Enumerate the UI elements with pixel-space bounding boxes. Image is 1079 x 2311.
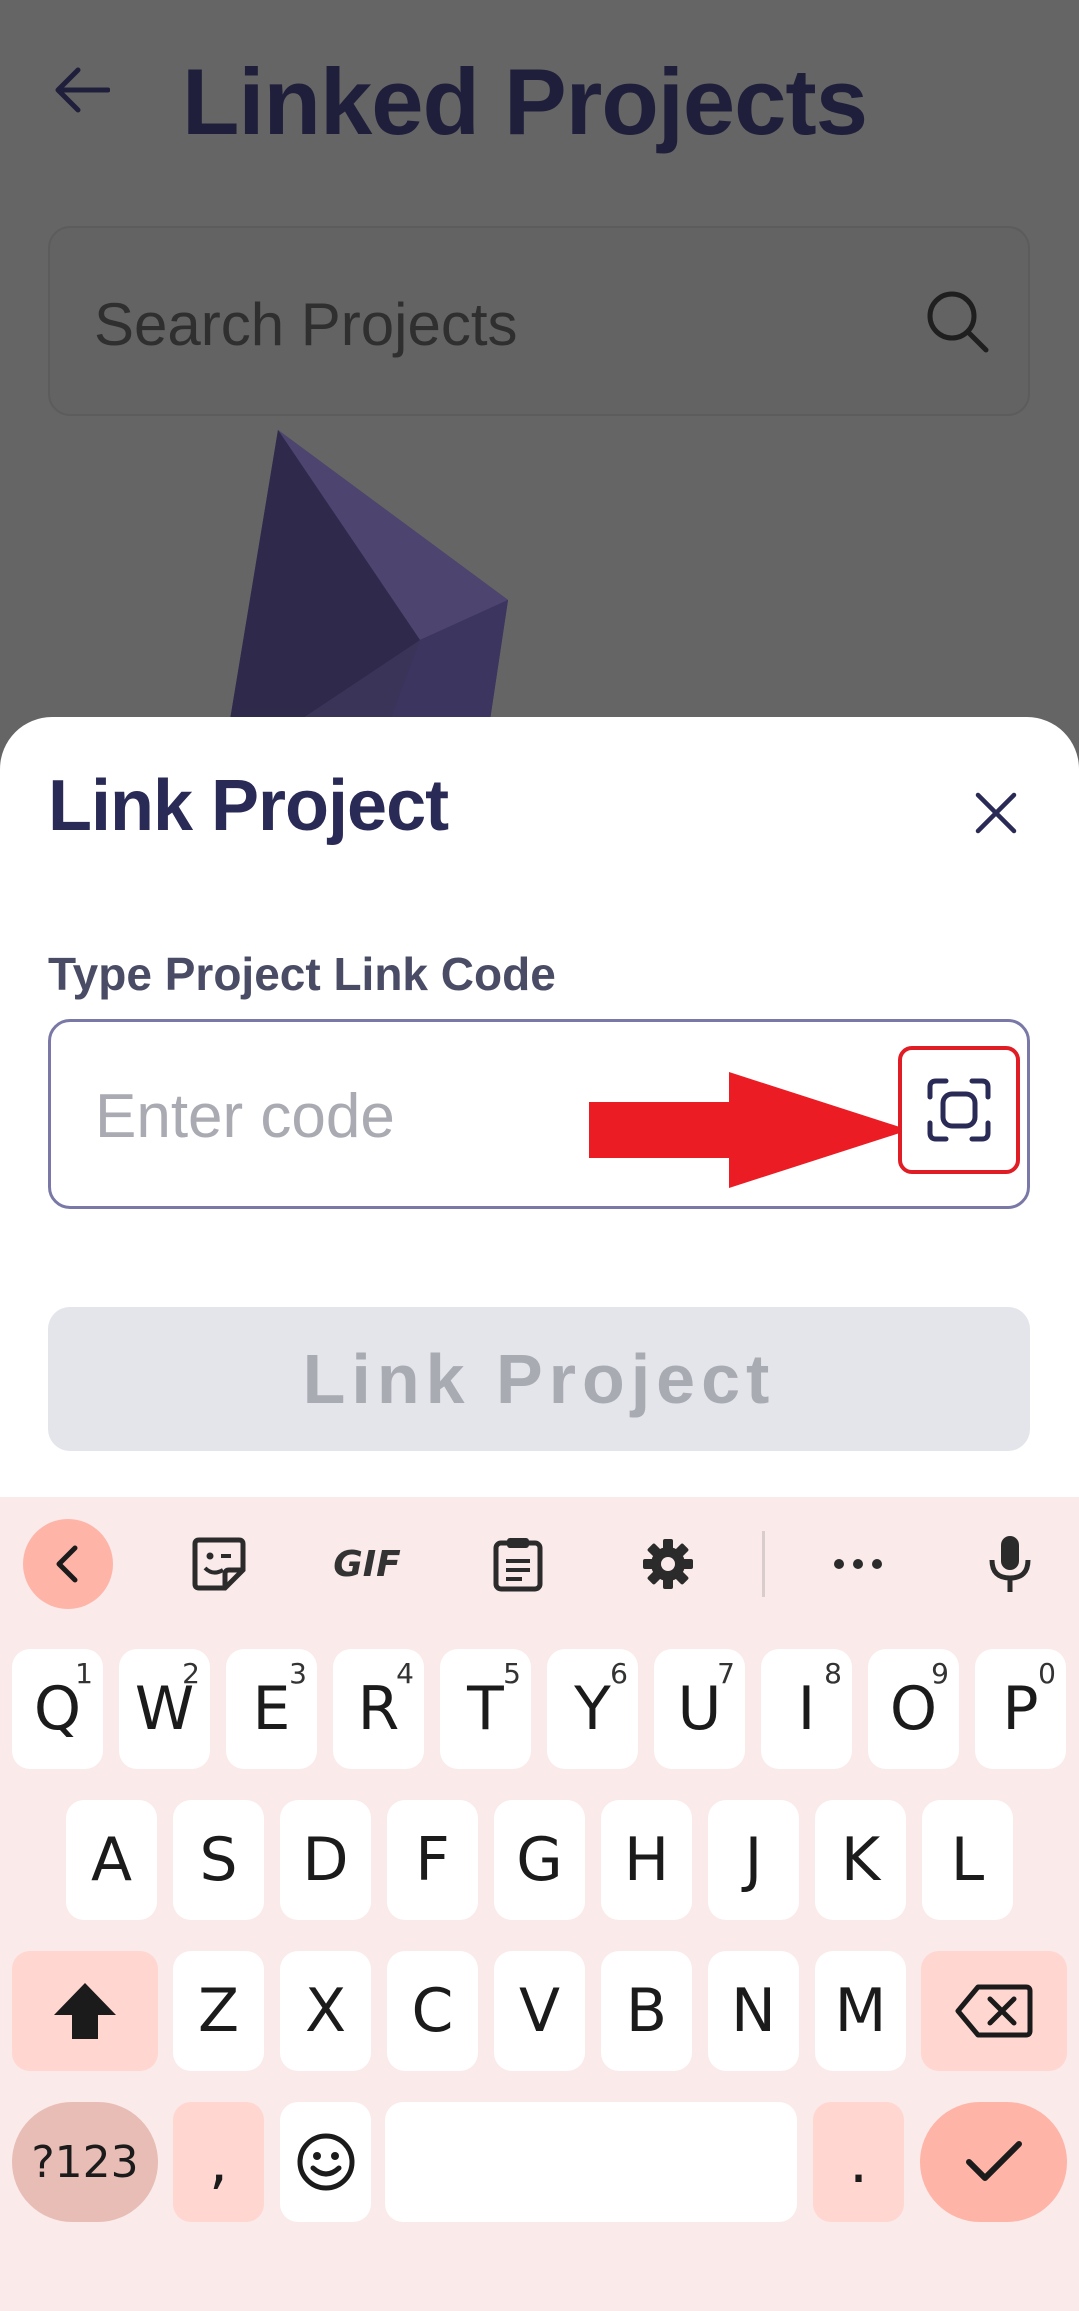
key-n[interactable]: N bbox=[708, 1951, 799, 2071]
close-icon bbox=[975, 792, 1017, 834]
mic-icon bbox=[989, 1536, 1031, 1592]
red-arrow-annotation bbox=[589, 1072, 909, 1188]
link-project-button[interactable]: Link Project bbox=[48, 1307, 1030, 1451]
key-a[interactable]: A bbox=[66, 1800, 157, 1920]
key-hint: 0 bbox=[1038, 1657, 1056, 1690]
crystal-illustration bbox=[230, 430, 508, 720]
key-hint: 4 bbox=[396, 1657, 414, 1690]
key-f[interactable]: F bbox=[387, 1800, 478, 1920]
sticker-icon bbox=[192, 1537, 246, 1591]
key-hint: 8 bbox=[824, 1657, 842, 1690]
key-c[interactable]: C bbox=[387, 1951, 478, 2071]
key-hint: 9 bbox=[931, 1657, 949, 1690]
key-e[interactable]: E3 bbox=[226, 1649, 317, 1769]
chevron-left-icon bbox=[56, 1545, 78, 1583]
key-label: O bbox=[889, 1674, 938, 1744]
key-b[interactable]: B bbox=[601, 1951, 692, 2071]
key-hint: 7 bbox=[717, 1657, 735, 1690]
code-field-label: Type Project Link Code bbox=[48, 948, 556, 1000]
keyboard-toolbar: GIF bbox=[0, 1497, 1079, 1627]
key-label: T bbox=[467, 1674, 504, 1744]
backspace-key[interactable] bbox=[921, 1951, 1067, 2071]
link-project-sheet: Link Project Type Project Link Code Link… bbox=[0, 717, 1079, 1497]
clipboard-button[interactable] bbox=[473, 1519, 563, 1609]
key-h[interactable]: H bbox=[601, 1800, 692, 1920]
key-w[interactable]: W2 bbox=[119, 1649, 210, 1769]
key-label: I bbox=[797, 1674, 816, 1744]
key-q[interactable]: Q1 bbox=[12, 1649, 103, 1769]
symbols-key[interactable]: ?123 bbox=[12, 2102, 158, 2222]
period-key[interactable]: . bbox=[813, 2102, 904, 2222]
key-hint: 3 bbox=[289, 1657, 307, 1690]
enter-key[interactable] bbox=[920, 2102, 1067, 2222]
back-button[interactable] bbox=[50, 58, 114, 122]
gif-label: GIF bbox=[333, 1543, 401, 1585]
key-g[interactable]: G bbox=[494, 1800, 585, 1920]
key-x[interactable]: X bbox=[280, 1951, 371, 2071]
key-label: R bbox=[357, 1674, 400, 1744]
clipboard-icon bbox=[493, 1538, 543, 1592]
key-hint: 1 bbox=[75, 1657, 93, 1690]
more-icon bbox=[834, 1559, 882, 1569]
shift-icon bbox=[54, 1983, 116, 2039]
key-i[interactable]: I8 bbox=[761, 1649, 852, 1769]
code-field[interactable] bbox=[48, 1019, 1030, 1209]
key-m[interactable]: M bbox=[815, 1951, 906, 2071]
key-v[interactable]: V bbox=[494, 1951, 585, 2071]
emoji-key[interactable] bbox=[280, 2102, 371, 2222]
key-label: U bbox=[677, 1674, 722, 1744]
key-k[interactable]: K bbox=[815, 1800, 906, 1920]
key-label: P bbox=[1002, 1674, 1039, 1744]
scan-code-button[interactable] bbox=[898, 1046, 1020, 1174]
key-t[interactable]: T5 bbox=[440, 1649, 531, 1769]
keyboard-collapse-button[interactable] bbox=[23, 1519, 113, 1609]
comma-key[interactable]: , bbox=[173, 2102, 264, 2222]
key-label: Y bbox=[574, 1674, 611, 1744]
key-label: Q bbox=[33, 1674, 82, 1744]
search-input[interactable] bbox=[94, 288, 874, 360]
arrow-left-icon bbox=[55, 67, 110, 113]
space-key[interactable] bbox=[385, 2102, 797, 2222]
emoji-icon bbox=[297, 2133, 354, 2191]
settings-button[interactable] bbox=[623, 1519, 713, 1609]
key-hint: 6 bbox=[610, 1657, 628, 1690]
voice-input-button[interactable] bbox=[965, 1519, 1055, 1609]
key-z[interactable]: Z bbox=[173, 1951, 264, 2071]
gear-icon bbox=[643, 1539, 693, 1589]
key-o[interactable]: O9 bbox=[868, 1649, 959, 1769]
shift-key[interactable] bbox=[12, 1951, 158, 2071]
key-u[interactable]: U7 bbox=[654, 1649, 745, 1769]
close-button[interactable] bbox=[962, 779, 1030, 847]
gif-button[interactable]: GIF bbox=[322, 1519, 412, 1609]
search-bar[interactable] bbox=[48, 226, 1030, 416]
key-hint: 2 bbox=[182, 1657, 200, 1690]
page-title: Linked Projects bbox=[182, 49, 868, 154]
sheet-title: Link Project bbox=[48, 766, 449, 846]
key-y[interactable]: Y6 bbox=[547, 1649, 638, 1769]
soft-keyboard: G I F Q 1 W 2 E 3 R 4 T 5 Y 6 U 7 I 8 O 9 … bbox=[0, 1497, 1079, 2311]
more-button[interactable] bbox=[813, 1519, 903, 1609]
key-s[interactable]: S bbox=[173, 1800, 264, 1920]
sticker-button[interactable] bbox=[174, 1519, 264, 1609]
qr-scan-icon bbox=[927, 1078, 991, 1142]
key-j[interactable]: J bbox=[708, 1800, 799, 1920]
code-input[interactable] bbox=[95, 1078, 615, 1154]
key-d[interactable]: D bbox=[280, 1800, 371, 1920]
backspace-icon bbox=[955, 1984, 1033, 2038]
key-hint: 5 bbox=[503, 1657, 521, 1690]
key-r[interactable]: R4 bbox=[333, 1649, 424, 1769]
app-header: Linked Projects bbox=[0, 0, 1079, 210]
checkmark-icon bbox=[965, 2141, 1022, 2181]
key-p[interactable]: P0 bbox=[975, 1649, 1066, 1769]
search-icon[interactable] bbox=[922, 286, 992, 356]
key-label: E bbox=[252, 1674, 291, 1744]
toolbar-divider bbox=[762, 1531, 765, 1597]
key-l[interactable]: L bbox=[922, 1800, 1013, 1920]
